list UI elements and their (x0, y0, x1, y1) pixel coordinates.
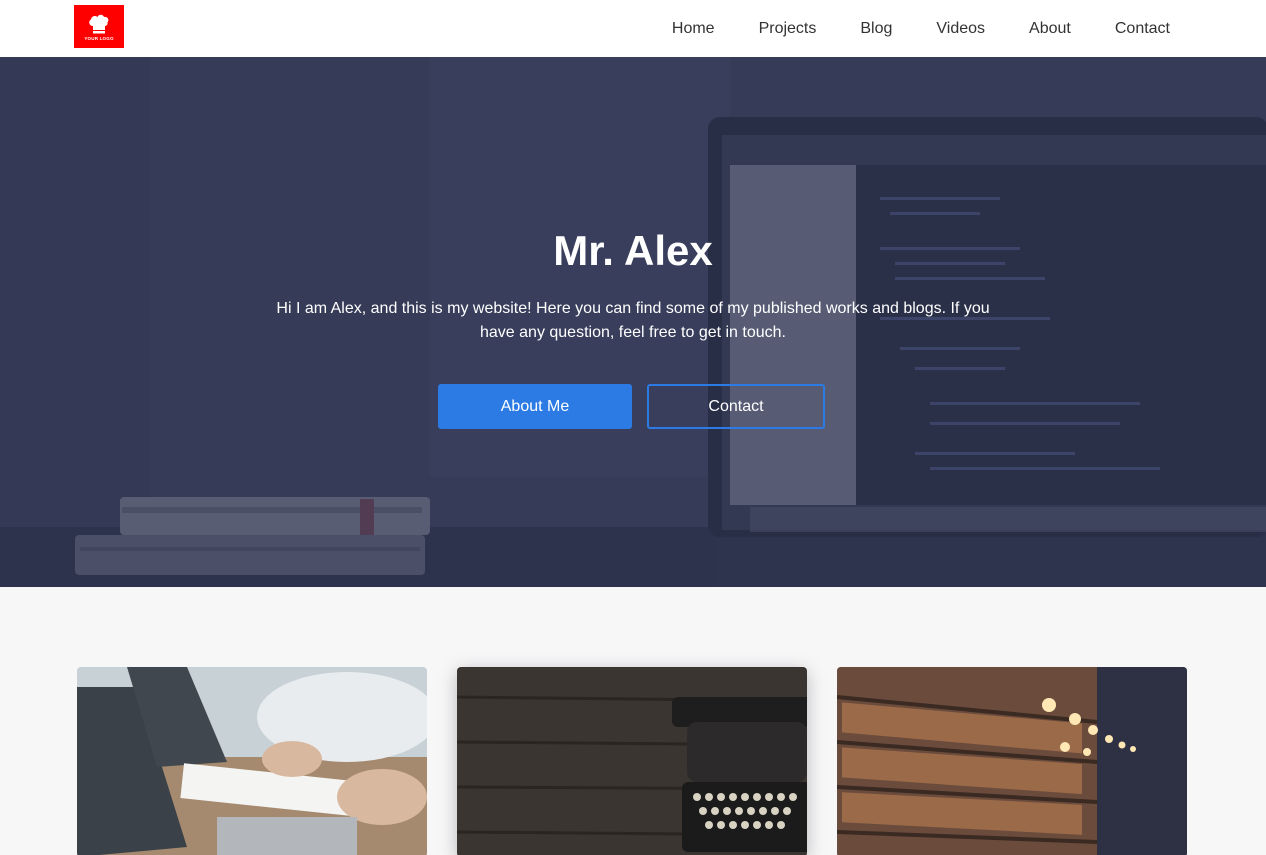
card-laptops-meeting[interactable] (77, 667, 427, 855)
logo-text: YOUR LOGO (84, 35, 114, 41)
card-library[interactable] (837, 667, 1187, 855)
about-me-button[interactable]: About Me (438, 384, 632, 429)
nav-projects[interactable]: Projects (759, 20, 817, 38)
card-typewriter[interactable] (457, 667, 807, 855)
contact-button[interactable]: Contact (647, 384, 825, 429)
navbar: YOUR LOGO Home Projects Blog Videos Abou… (0, 0, 1266, 57)
hero-title: Mr. Alex (553, 227, 713, 274)
nav-videos[interactable]: Videos (936, 20, 985, 38)
site-logo[interactable]: YOUR LOGO (74, 5, 124, 48)
typewriter-image (457, 667, 807, 855)
library-image (837, 667, 1187, 855)
hero-description: Hi I am Alex, and this is my website! He… (276, 300, 990, 341)
laptops-meeting-image (77, 667, 427, 855)
cards-section (0, 667, 1266, 855)
nav-home[interactable]: Home (672, 20, 715, 38)
nav-contact[interactable]: Contact (1115, 20, 1170, 38)
hero-section: Mr. Alex Hi I am Alex, and this is my we… (0, 57, 1266, 587)
chef-hat-icon (89, 14, 109, 33)
nav-blog[interactable]: Blog (860, 20, 892, 38)
main-nav: Home Projects Blog Videos About Contact (672, 0, 1170, 57)
nav-about[interactable]: About (1029, 20, 1071, 38)
hero-content: Mr. Alex Hi I am Alex, and this is my we… (0, 57, 1266, 587)
